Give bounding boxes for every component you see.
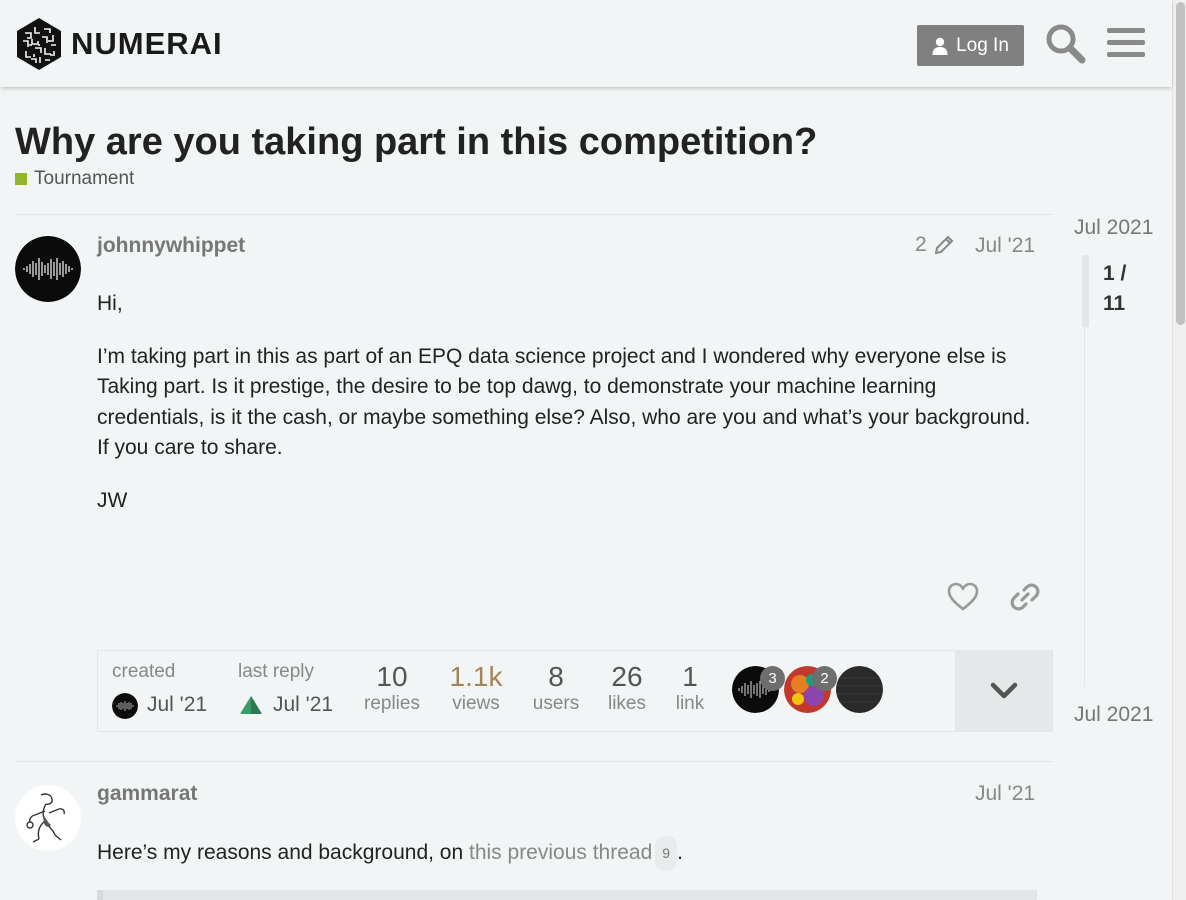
last-reply-avatar[interactable] [238, 693, 264, 719]
share-link-icon[interactable] [1008, 580, 1042, 614]
likes-count: 26 [611, 661, 643, 692]
pyramid-avatar-icon [238, 693, 264, 719]
dark-texture-avatar-icon [836, 666, 883, 713]
stat-views: 1.1k views [444, 661, 508, 715]
post-divider [15, 214, 1053, 215]
site-logo[interactable]: NUMERAI [15, 17, 223, 71]
views-label: views [452, 693, 500, 714]
replies-label: replies [364, 693, 420, 714]
post-username[interactable]: gammarat [97, 782, 197, 806]
timeline-handle[interactable] [1082, 255, 1089, 327]
last-reply-date[interactable]: Jul '21 [273, 693, 333, 717]
post-username[interactable]: johnnywhippet [97, 234, 245, 258]
sketch-avatar-icon [15, 785, 81, 851]
topic-map: created Jul '21 last reply Jul '21 10 re… [97, 650, 1053, 732]
pencil-icon [934, 235, 954, 255]
timeline-end-date[interactable]: Jul 2021 [1074, 703, 1153, 727]
stat-likes: 26 likes [595, 661, 659, 715]
like-heart-icon[interactable] [946, 580, 980, 614]
category-color-swatch [15, 173, 27, 185]
user-icon [932, 37, 948, 55]
site-header: NUMERAI Log In [0, 0, 1172, 87]
likes-label: likes [607, 693, 646, 714]
hamburger-menu-icon[interactable] [1105, 22, 1147, 64]
post-text: . [677, 840, 683, 864]
post-paragraph: I’m taking part in this as part of an EP… [97, 344, 1031, 460]
stat-users: 8 users [524, 661, 588, 715]
links-count: 1 [682, 661, 698, 692]
replies-count: 10 [376, 661, 408, 692]
last-reply-label: last reply [238, 661, 315, 682]
quote-block [97, 890, 1037, 900]
stat-replies: 10 replies [360, 661, 424, 715]
post-body: Hi, I’m taking part in this as part of a… [97, 289, 1037, 538]
users-count: 8 [548, 661, 564, 692]
post-paragraph: JW [97, 488, 128, 512]
post-date[interactable]: Jul '21 [975, 234, 1035, 258]
timeline-start-date[interactable]: Jul 2021 [1074, 216, 1153, 240]
created-avatar[interactable] [112, 693, 138, 719]
login-label: Log In [956, 34, 1009, 56]
topic-title[interactable]: Why are you taking part in this competit… [15, 119, 817, 165]
created-date[interactable]: Jul '21 [147, 693, 207, 717]
users-label: users [532, 693, 580, 714]
avatar[interactable] [15, 236, 81, 302]
category-label: Tournament [34, 168, 135, 189]
waveform-avatar-icon [15, 236, 81, 302]
page-scrollbar[interactable] [1172, 0, 1186, 900]
previous-thread-link[interactable]: this previous thread [469, 841, 652, 864]
post-body: Here’s my reasons and background, on thi… [97, 836, 1037, 871]
post-divider [15, 761, 1053, 762]
timeline-position: 1 / 11 [1103, 262, 1127, 315]
post-date[interactable]: Jul '21 [975, 782, 1035, 806]
login-button[interactable]: Log In [917, 25, 1024, 66]
search-icon[interactable] [1044, 22, 1086, 64]
links-label: link [675, 693, 705, 714]
chevron-down-icon [990, 682, 1017, 699]
numerai-logo-icon [17, 18, 61, 70]
views-count: 1.1k [449, 661, 503, 692]
waveform-avatar-icon [112, 693, 138, 719]
brand-name: NUMERAI [71, 26, 223, 61]
participant-post-count: 3 [760, 666, 785, 691]
avatar[interactable] [15, 785, 81, 851]
post-paragraph: Hi, [97, 292, 123, 315]
scrollbar-thumb[interactable] [1176, 2, 1185, 325]
topic-last-reply: last reply [238, 661, 314, 683]
edit-count: 2 [915, 233, 927, 256]
participant-post-count: 2 [812, 666, 837, 691]
link-click-count: 9 [655, 836, 678, 871]
participant-avatar[interactable] [836, 666, 883, 713]
edit-history[interactable]: 2 [915, 233, 955, 257]
topic-created: created [112, 661, 175, 683]
expand-topic-map-button[interactable] [955, 651, 1052, 731]
stat-links: 1 link [666, 661, 714, 715]
created-label: created [112, 661, 176, 682]
category-badge[interactable]: Tournament [15, 168, 134, 190]
post-text: Here’s my reasons and background, on [97, 840, 469, 864]
